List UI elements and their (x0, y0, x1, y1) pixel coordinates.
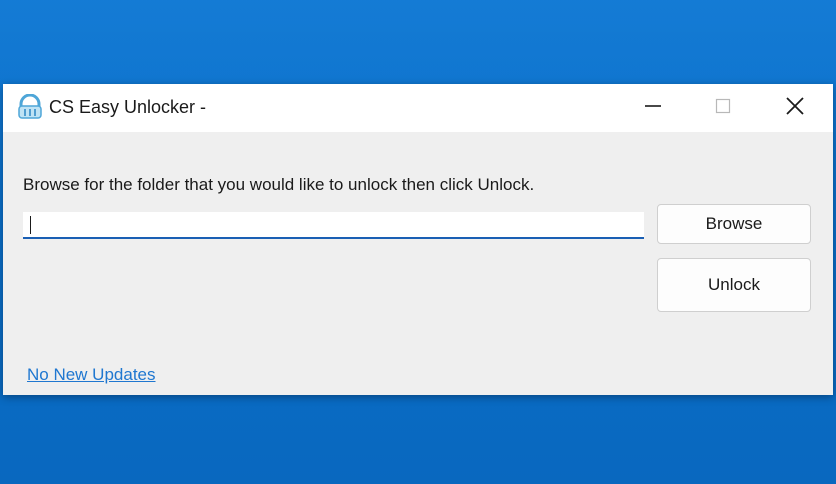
minimize-icon (644, 97, 662, 120)
window-title: CS Easy Unlocker - (49, 97, 207, 117)
app-window: CS Easy Unlocker - Browse for the folder… (3, 84, 833, 395)
instruction-label: Browse for the folder that you would lik… (23, 175, 535, 194)
minimize-button[interactable] (623, 84, 683, 132)
browse-button[interactable]: Browse (657, 204, 811, 244)
window-content: Browse for the folder that you would lik… (3, 132, 833, 395)
maximize-icon (714, 97, 732, 120)
close-button[interactable] (765, 84, 825, 132)
folder-path-input[interactable] (23, 212, 644, 239)
text-caret (30, 216, 31, 234)
maximize-button[interactable] (693, 84, 753, 132)
title-bar[interactable]: CS Easy Unlocker - (3, 84, 833, 132)
updates-link[interactable]: No New Updates (27, 365, 156, 385)
close-icon (785, 96, 805, 121)
unlock-button[interactable]: Unlock (657, 258, 811, 312)
app-unlock-icon (17, 93, 43, 120)
